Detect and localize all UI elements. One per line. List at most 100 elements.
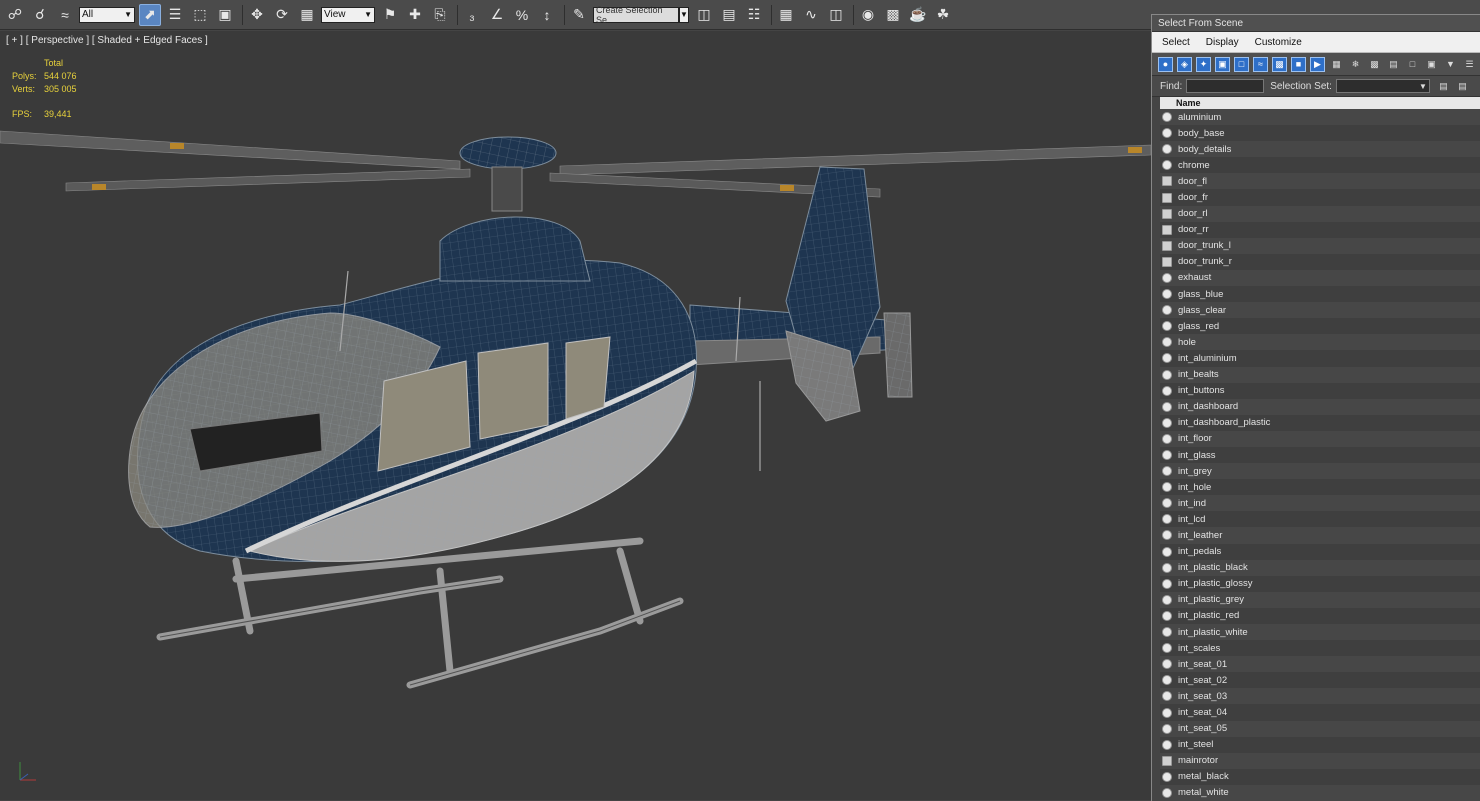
list-item[interactable]: int_dashboard (1160, 398, 1480, 415)
list-item[interactable]: int_plastic_red (1160, 607, 1480, 624)
menu-select[interactable]: Select (1154, 37, 1198, 48)
spinner-snap-icon[interactable]: ↕ (536, 4, 558, 26)
list-item[interactable]: int_plastic_black (1160, 559, 1480, 576)
pivot-center-icon[interactable]: ⚑ (379, 4, 401, 26)
display-frozen-icon[interactable]: ❄ (1348, 57, 1363, 72)
select-by-name-icon[interactable]: ☰ (164, 4, 186, 26)
mirror-icon[interactable]: ◫ (693, 4, 715, 26)
window-crossing-icon[interactable]: ▣ (214, 4, 236, 26)
perspective-viewport[interactable]: [ + ] [ Perspective ] [ Shaded + Edged F… (0, 31, 1151, 800)
list-item[interactable]: door_trunk_r (1160, 253, 1480, 270)
list-item[interactable]: aluminium (1160, 109, 1480, 126)
list-item[interactable]: int_steel (1160, 736, 1480, 753)
edit-named-selection-icon[interactable]: ✎ (568, 4, 590, 26)
display-hidden-icon[interactable]: ▩ (1367, 57, 1382, 72)
rect-selection-icon[interactable]: ⬚ (189, 4, 211, 26)
list-item[interactable]: int_scales (1160, 640, 1480, 657)
reference-coordinate-select[interactable]: View ▼ (321, 6, 375, 23)
graphite-tools-icon[interactable]: ▦ (775, 4, 797, 26)
percent-snap-icon[interactable]: % (511, 4, 533, 26)
list-item[interactable]: int_grey (1160, 463, 1480, 480)
find-input[interactable] (1186, 79, 1265, 93)
render-setup-icon[interactable]: ▩ (882, 4, 904, 26)
select-all-icon[interactable]: ▤ (1386, 57, 1401, 72)
display-containers-icon[interactable]: ▦ (1329, 57, 1344, 72)
list-item[interactable]: door_trunk_l (1160, 237, 1480, 254)
list-item[interactable]: metal_white (1160, 784, 1480, 801)
select-manipulate-icon[interactable]: ✚ (404, 4, 426, 26)
list-item[interactable]: glass_blue (1160, 286, 1480, 303)
list-item[interactable]: chrome (1160, 157, 1480, 174)
list-item[interactable]: body_base (1160, 125, 1480, 142)
list-item[interactable]: int_seat_01 (1160, 656, 1480, 673)
link-icon[interactable]: ☍ (4, 4, 26, 26)
list-item[interactable]: mainrotor (1160, 752, 1480, 769)
list-item[interactable]: glass_red (1160, 318, 1480, 335)
list-item[interactable]: int_seat_05 (1160, 720, 1480, 737)
selection-filter-select[interactable]: All ▼ (79, 6, 135, 23)
named-selection-dropdown[interactable]: ▼ (679, 6, 689, 23)
display-geometry-icon[interactable]: ● (1158, 56, 1173, 72)
display-groups-icon[interactable]: ▩ (1272, 56, 1287, 72)
named-selection-set-input[interactable]: Create Selection Se (593, 5, 679, 25)
list-item[interactable]: int_lcd (1160, 511, 1480, 528)
column-header-name[interactable]: Name (1160, 97, 1480, 109)
list-item[interactable]: int_ind (1160, 495, 1480, 512)
bind-space-warp-icon[interactable]: ≈ (54, 4, 76, 26)
list-item[interactable]: int_buttons (1160, 382, 1480, 399)
rotate-icon[interactable]: ⟳ (271, 4, 293, 26)
hierarchy-icon[interactable]: ☰ (1462, 57, 1477, 72)
create-selection-set-icon[interactable]: ▤ (1436, 79, 1451, 94)
display-xrefs-icon[interactable]: ■ (1291, 56, 1306, 72)
list-item[interactable]: int_leather (1160, 527, 1480, 544)
layer-manager-icon[interactable]: ☷ (743, 4, 765, 26)
select-none-icon[interactable]: □ (1405, 57, 1420, 72)
list-item[interactable]: int_plastic_glossy (1160, 575, 1480, 592)
align-icon[interactable]: ▤ (718, 4, 740, 26)
curve-editor-icon[interactable]: ∿ (800, 4, 822, 26)
filter-icon[interactable]: ▼ (1443, 57, 1458, 72)
menu-customize[interactable]: Customize (1247, 37, 1310, 48)
render-production-icon[interactable]: ☘ (932, 4, 954, 26)
dialog-title[interactable]: Select From Scene (1152, 15, 1480, 32)
render-frame-icon[interactable]: ☕ (907, 4, 929, 26)
display-spacewarps-icon[interactable]: ≈ (1253, 56, 1268, 72)
list-item[interactable]: door_fl (1160, 173, 1480, 190)
list-item[interactable]: glass_clear (1160, 302, 1480, 319)
menu-display[interactable]: Display (1198, 37, 1247, 48)
display-shapes-icon[interactable]: ◈ (1177, 56, 1192, 72)
unlink-icon[interactable]: ☌ (29, 4, 51, 26)
keyboard-shortcut-icon[interactable]: ⎘ (429, 4, 451, 26)
list-item[interactable]: body_details (1160, 141, 1480, 158)
list-item[interactable]: door_fr (1160, 189, 1480, 206)
list-item[interactable]: int_glass (1160, 446, 1480, 464)
material-editor-icon[interactable]: ◉ (857, 4, 879, 26)
list-item[interactable]: int_hole (1160, 479, 1480, 496)
list-item[interactable]: int_seat_02 (1160, 672, 1480, 689)
list-item[interactable]: int_seat_03 (1160, 688, 1480, 705)
list-item[interactable]: int_bealts (1160, 366, 1480, 383)
list-item[interactable]: int_dashboard_plastic (1160, 414, 1480, 431)
list-item[interactable]: int_plastic_white (1160, 624, 1480, 641)
list-item[interactable]: int_plastic_grey (1160, 591, 1480, 608)
display-cameras-icon[interactable]: ▣ (1215, 56, 1230, 72)
list-item[interactable]: metal_black (1160, 768, 1480, 785)
display-lights-icon[interactable]: ✦ (1196, 56, 1211, 72)
select-object-icon[interactable]: ⬈ (139, 3, 161, 26)
snaps-toggle-icon[interactable]: ₃ (461, 4, 483, 26)
list-item[interactable]: int_pedals (1160, 543, 1480, 560)
selection-set-dropdown[interactable]: ▼ (1335, 79, 1430, 93)
list-item[interactable]: door_rl (1160, 205, 1480, 222)
edit-selection-set-icon[interactable]: ▤ (1455, 79, 1470, 94)
select-invert-icon[interactable]: ▣ (1424, 57, 1439, 72)
list-item[interactable]: int_floor (1160, 430, 1480, 447)
display-helpers-icon[interactable]: □ (1234, 56, 1249, 72)
scale-icon[interactable]: ▦ (296, 4, 318, 26)
list-item[interactable]: int_aluminium (1160, 350, 1480, 367)
move-icon[interactable]: ✥ (246, 4, 268, 26)
list-item[interactable]: exhaust (1160, 269, 1480, 287)
list-item[interactable]: door_rr (1160, 221, 1480, 238)
list-item[interactable]: hole (1160, 334, 1480, 351)
display-bones-icon[interactable]: ▶ (1310, 56, 1325, 72)
schematic-view-icon[interactable]: ◫ (825, 4, 847, 26)
